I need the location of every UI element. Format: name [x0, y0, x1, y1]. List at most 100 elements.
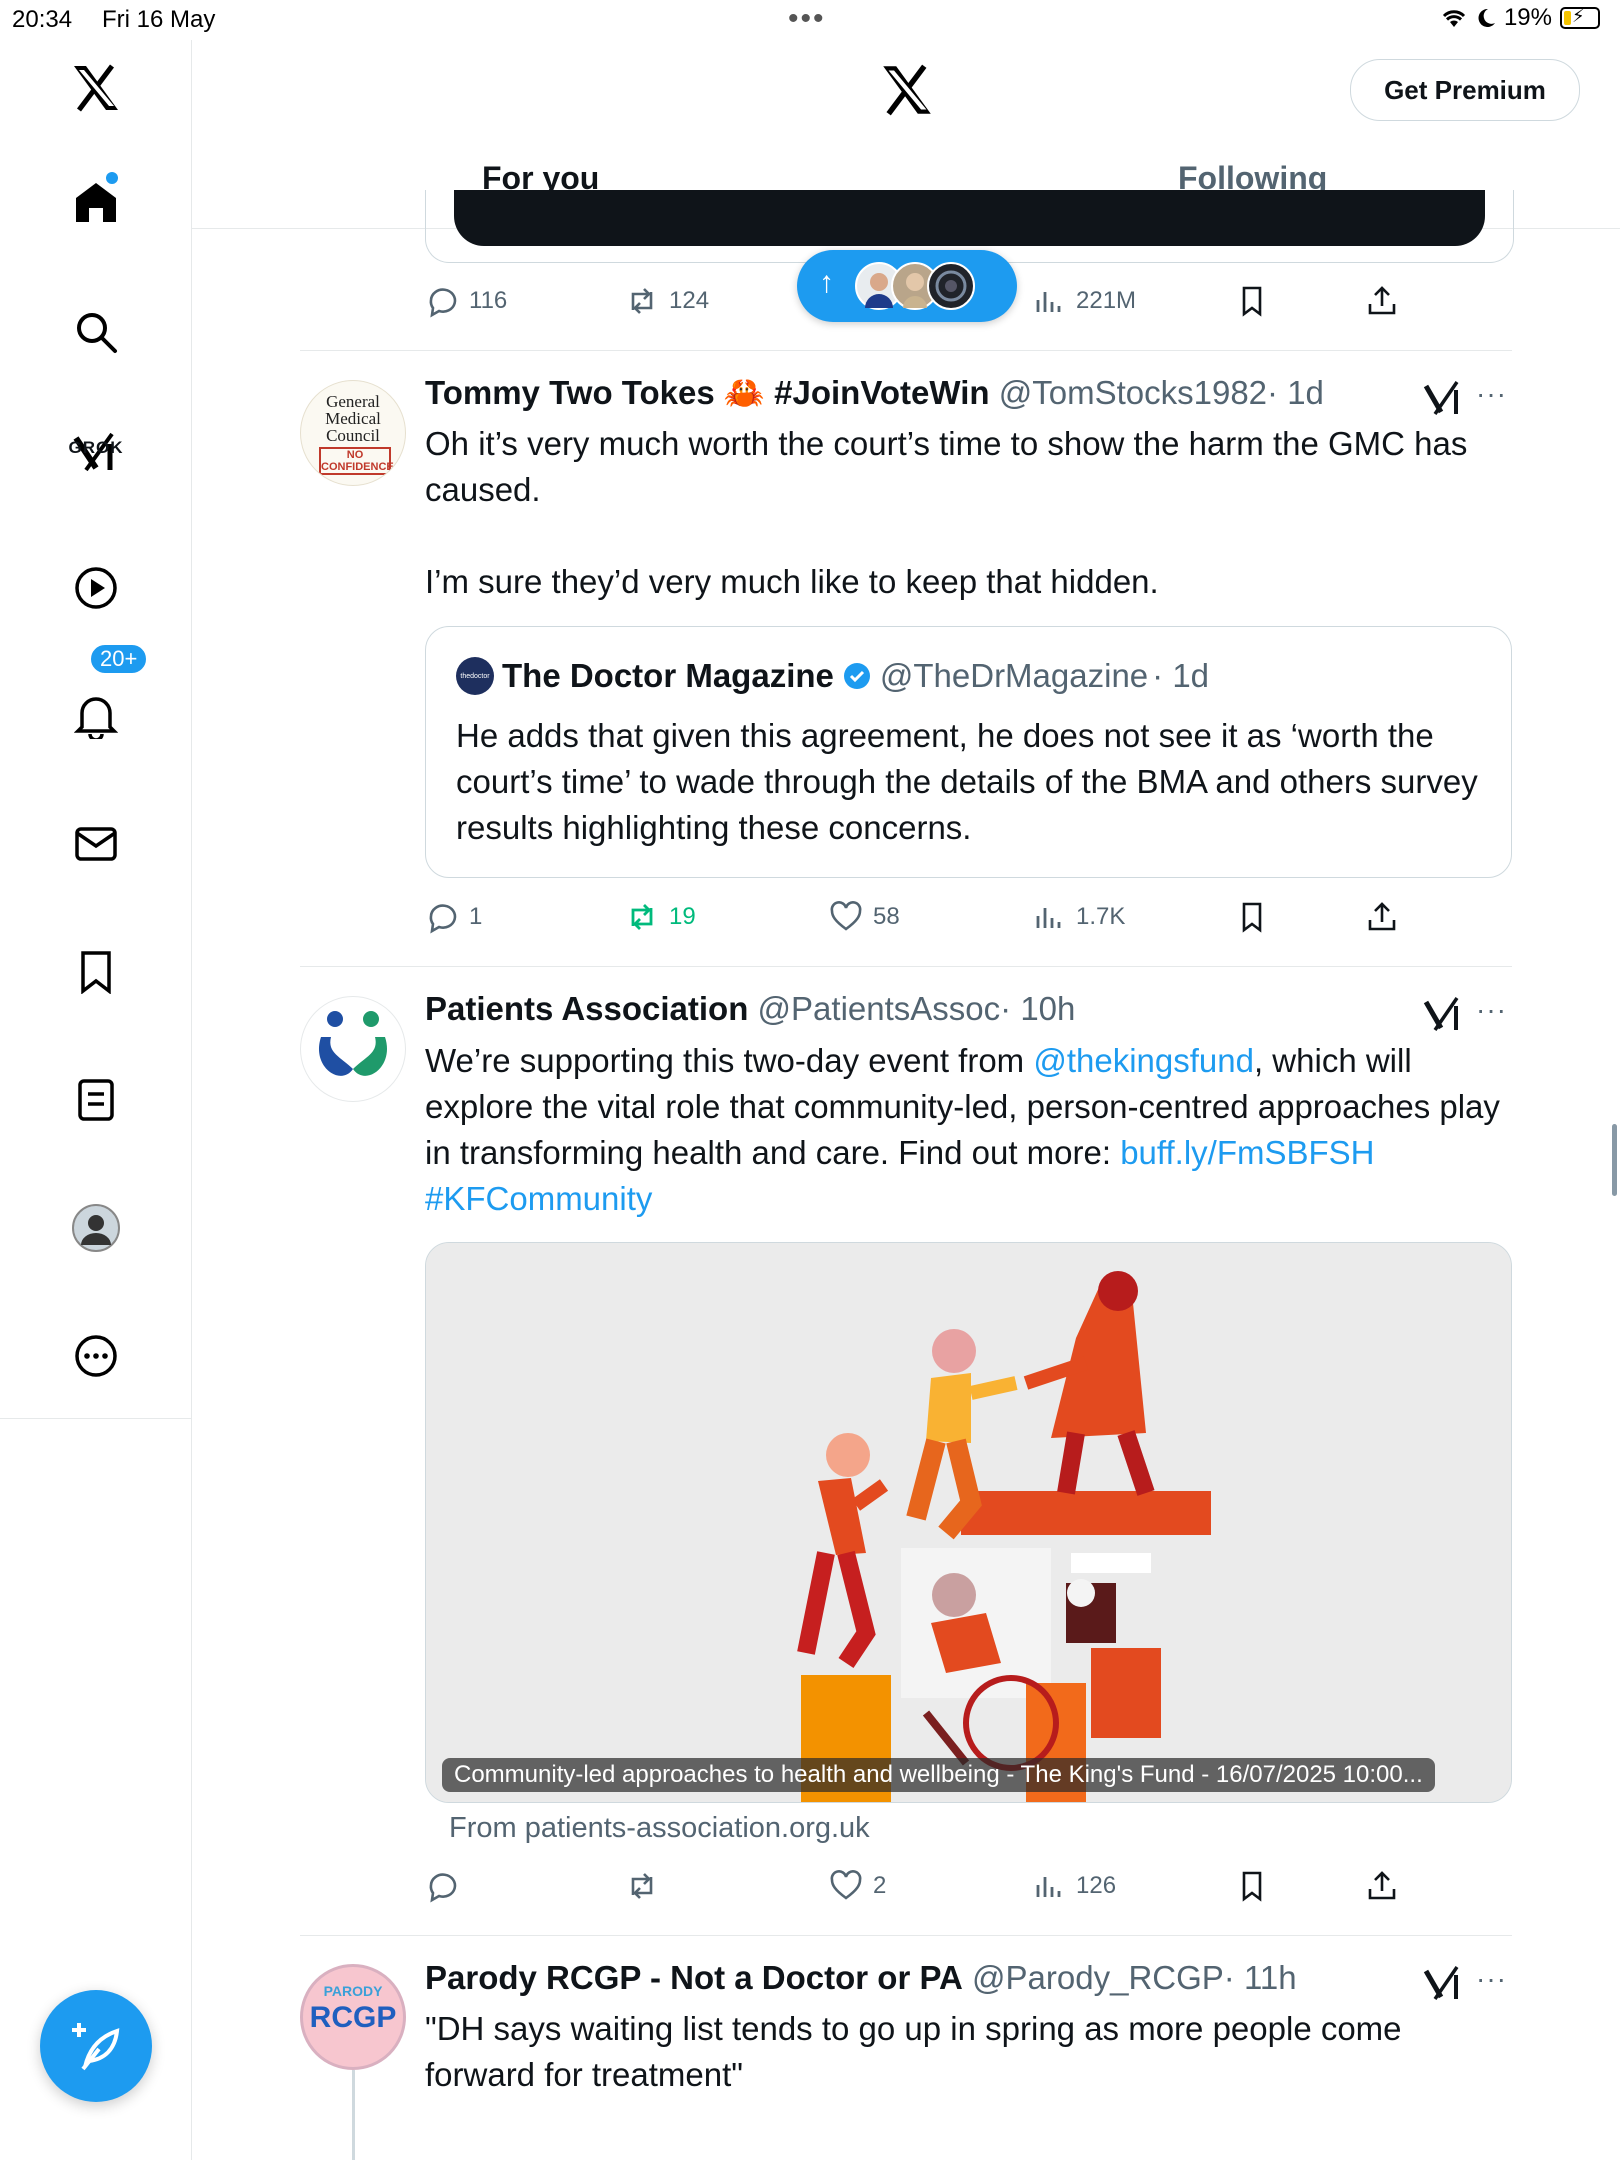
- bookmark-icon: [1242, 1871, 1262, 1902]
- like-button[interactable]: 2: [829, 1866, 886, 1906]
- like-count: 2: [873, 1872, 887, 1899]
- grok-explain-icon[interactable]: [1423, 1963, 1463, 2003]
- lists-icon[interactable]: [68, 1072, 124, 1128]
- post-time[interactable]: · 10h: [1000, 990, 1075, 1027]
- like-count: 58: [873, 903, 900, 930]
- avatar-text: General: [326, 392, 380, 411]
- arrow-up-icon: ↑: [819, 266, 834, 299]
- more-options-icon[interactable]: [68, 1328, 124, 1384]
- tweet-header: Patients Association @PatientsAssoc· 10h: [425, 990, 1075, 1028]
- tweet-text: Oh it’s very much worth the court’s time…: [425, 421, 1515, 605]
- share-button[interactable]: [1365, 281, 1399, 321]
- bookmark-button[interactable]: [1235, 897, 1269, 937]
- grok-explain-icon[interactable]: [1423, 994, 1463, 1034]
- link-card-caption: Community-led approaches to health and w…: [442, 1758, 1435, 1792]
- multitask-dots-icon[interactable]: •••: [788, 2, 826, 36]
- share-button[interactable]: [1365, 897, 1399, 937]
- reply-button[interactable]: 116: [425, 281, 507, 321]
- repost-button[interactable]: [625, 1866, 669, 1906]
- views-button[interactable]: 221M: [1032, 281, 1136, 321]
- video-icon[interactable]: [68, 560, 124, 616]
- like-button[interactable]: 58: [829, 897, 900, 937]
- author-handle[interactable]: @Parody_RCGP: [972, 1959, 1224, 1996]
- author-name[interactable]: Patients Association: [425, 990, 748, 1027]
- reply-button[interactable]: 1: [425, 897, 482, 937]
- heart-icon: [830, 1870, 862, 1900]
- reply-icon: [429, 1873, 457, 1903]
- share-button[interactable]: [1365, 1866, 1399, 1906]
- avatar-text: Medical: [325, 409, 381, 428]
- author-avatar[interactable]: [300, 996, 406, 1102]
- profile-avatar-icon[interactable]: [68, 1200, 124, 1256]
- post-time[interactable]: · 11h: [1224, 1959, 1297, 1996]
- quote-handle: @TheDrMagazine: [879, 657, 1149, 694]
- messages-icon[interactable]: [68, 816, 124, 872]
- reply-icon: [429, 904, 457, 934]
- author-name[interactable]: Parody RCGP - Not a Doctor or PA: [425, 1959, 963, 1996]
- share-icon: [1368, 1871, 1396, 1900]
- bookmark-button[interactable]: [1235, 1866, 1269, 1906]
- status-date: Fri 16 May: [102, 6, 216, 33]
- views-count: 126: [1076, 1872, 1117, 1899]
- search-icon[interactable]: [68, 304, 124, 360]
- tweet-paragraph: Oh it’s very much worth the court’s time…: [425, 425, 1468, 508]
- get-premium-button[interactable]: Get Premium: [1350, 59, 1580, 121]
- new-posts-pill[interactable]: ↑: [797, 250, 1017, 322]
- bookmark-button[interactable]: [1235, 281, 1269, 321]
- verified-badge-icon: [843, 663, 870, 689]
- quoted-tweet[interactable]: thedoctor The Doctor Magazine @TheDrMaga…: [425, 626, 1512, 878]
- tweet-text-part: We’re supporting this two-day event from: [425, 1042, 1034, 1079]
- pill-avatar: [927, 262, 975, 310]
- heart-icon: [830, 901, 862, 931]
- quote-time: · 1d: [1152, 657, 1210, 694]
- views-icon: [1036, 292, 1061, 312]
- battery-icon: ⚡: [1560, 6, 1600, 29]
- author-handle[interactable]: @TomStocks1982: [999, 374, 1267, 411]
- repost-icon: [631, 1873, 653, 1899]
- bookmark-icon: [1242, 902, 1262, 933]
- post-time[interactable]: · 1d: [1267, 374, 1324, 411]
- compose-post-button[interactable]: [40, 1990, 152, 2102]
- views-count: 221M: [1076, 287, 1137, 314]
- share-icon: [1368, 902, 1396, 931]
- repost-button[interactable]: 19: [625, 897, 696, 937]
- community-illustration: [426, 1243, 1511, 1802]
- more-icon[interactable]: ···: [1476, 994, 1507, 1026]
- url-link[interactable]: buff.ly/FmSBFSH: [1120, 1134, 1374, 1171]
- reply-button[interactable]: [425, 1866, 469, 1906]
- hashtag-link[interactable]: #KFCommunity: [425, 1180, 652, 1217]
- repost-icon: [631, 288, 653, 314]
- bookmarks-icon[interactable]: [68, 944, 124, 1000]
- tweet-text: "DH says waiting list tends to go up in …: [425, 2010, 1402, 2093]
- repost-button[interactable]: 124: [625, 281, 709, 321]
- avatar-text: RCGP: [309, 2001, 397, 2034]
- avatar-stamp-text: NO: [346, 449, 364, 461]
- status-bar: 20:34 Fri 16 May ••• 19% ⚡: [0, 0, 1620, 40]
- x-logo-icon[interactable]: [68, 60, 124, 116]
- bookmark-icon: [1242, 286, 1262, 317]
- author-avatar[interactable]: General Medical Council NO CONFIDENCE: [300, 380, 406, 486]
- author-avatar[interactable]: PARODY RCGP: [300, 1964, 406, 2070]
- battery-percent: 19%: [1503, 4, 1552, 31]
- grok-explain-icon[interactable]: [1423, 378, 1463, 418]
- scrollbar[interactable]: [1612, 1124, 1617, 1196]
- tweet-header: Parody RCGP - Not a Doctor or PA @Parody…: [425, 1959, 1297, 1997]
- views-button[interactable]: 126: [1032, 1866, 1116, 1906]
- repost-count: 124: [669, 287, 710, 314]
- author-handle[interactable]: @PatientsAssoc: [758, 990, 1001, 1027]
- tweet-divider: [300, 966, 1512, 967]
- link-card-image[interactable]: Community-led approaches to health and w…: [425, 1242, 1512, 1803]
- author-name[interactable]: Tommy Two Tokes 🦀 #JoinVoteWin: [425, 374, 990, 411]
- more-icon[interactable]: ···: [1476, 378, 1507, 410]
- tweet-actions: 2 126: [425, 1866, 1475, 1906]
- views-button[interactable]: 1.7K: [1032, 897, 1125, 937]
- grok-label: GROK: [68, 438, 124, 457]
- x-header-logo-icon[interactable]: [880, 64, 934, 121]
- views-count: 1.7K: [1076, 903, 1126, 930]
- tweet-actions: 1 19 58 1.7K: [425, 897, 1475, 937]
- notifications-bell-icon[interactable]: [68, 688, 124, 744]
- link-card-source[interactable]: From patients-association.org.uk: [449, 1812, 870, 1845]
- quote-author: The Doctor Magazine: [502, 657, 834, 694]
- mention-link[interactable]: @thekingsfund: [1033, 1042, 1254, 1079]
- more-icon[interactable]: ···: [1476, 1963, 1507, 1995]
